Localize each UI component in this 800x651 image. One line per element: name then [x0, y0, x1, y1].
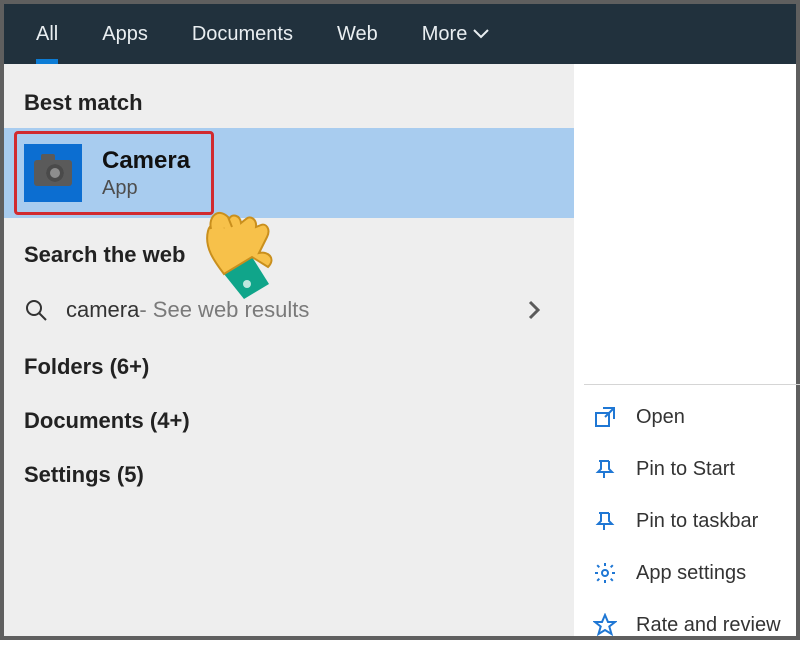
action-rate-review[interactable]: Rate and review: [584, 599, 800, 651]
category-settings[interactable]: Settings (5): [4, 448, 574, 502]
search-web-header: Search the web: [4, 218, 574, 280]
star-icon: [592, 612, 618, 638]
tab-more[interactable]: More: [400, 4, 512, 64]
filter-tabbar: All Apps Documents Web More: [4, 4, 796, 64]
content-area: Best match Camera App Search the web cam…: [4, 64, 796, 636]
action-app-settings[interactable]: App settings: [584, 547, 800, 599]
best-match-result[interactable]: Camera App: [4, 128, 574, 218]
pin-icon: [592, 456, 618, 482]
category-documents[interactable]: Documents (4+): [4, 394, 574, 448]
action-pin-taskbar-label: Pin to taskbar: [636, 510, 758, 533]
action-pin-start-label: Pin to Start: [636, 458, 735, 481]
action-pin-start[interactable]: Pin to Start: [584, 443, 800, 495]
action-open[interactable]: Open: [584, 391, 800, 443]
camera-app-icon: [24, 144, 82, 202]
result-subtitle: App: [102, 177, 190, 200]
action-open-label: Open: [636, 406, 685, 429]
search-icon: [24, 298, 48, 322]
gear-icon: [592, 560, 618, 586]
preview-pane: Open Pin to Start: [574, 64, 796, 636]
tab-apps[interactable]: Apps: [80, 4, 170, 64]
result-title: Camera: [102, 147, 190, 175]
tab-web[interactable]: Web: [315, 4, 400, 64]
chevron-right-icon: [528, 300, 554, 320]
best-match-header: Best match: [4, 82, 574, 128]
web-search-hint: - See web results: [139, 297, 309, 323]
actions-list: Open Pin to Start: [584, 384, 800, 651]
camera-icon: [34, 160, 72, 186]
tab-documents[interactable]: Documents: [170, 4, 315, 64]
web-search-term: camera: [66, 297, 139, 323]
action-app-settings-label: App settings: [636, 562, 746, 585]
action-pin-taskbar[interactable]: Pin to taskbar: [584, 495, 800, 547]
web-search-result[interactable]: camera - See web results: [4, 280, 574, 340]
pin-icon: [592, 508, 618, 534]
category-folders[interactable]: Folders (6+): [4, 340, 574, 394]
tab-all[interactable]: All: [14, 4, 80, 64]
results-pane: Best match Camera App Search the web cam…: [4, 64, 574, 636]
tab-more-label: More: [422, 23, 468, 46]
chevron-down-icon: [473, 29, 489, 39]
result-text: Camera App: [102, 147, 190, 200]
search-window: All Apps Documents Web More Best match C…: [0, 0, 800, 640]
divider: [584, 384, 800, 385]
action-rate-review-label: Rate and review: [636, 614, 781, 637]
open-icon: [592, 404, 618, 430]
